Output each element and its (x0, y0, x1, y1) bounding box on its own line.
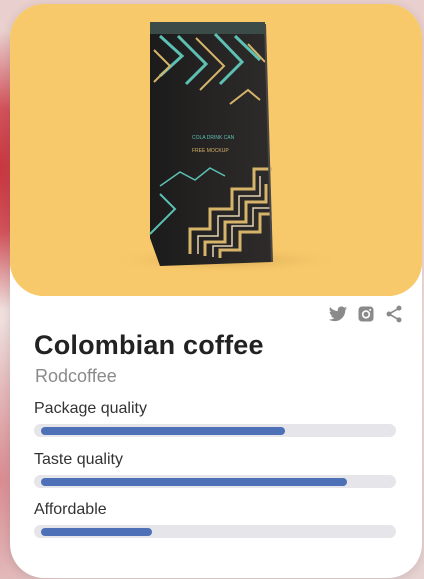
product-title: Colombian coffee (34, 330, 264, 360)
rating-track (34, 525, 396, 538)
rating-package-quality: Package quality (34, 400, 396, 437)
product-brand: Rodcoffee (35, 366, 117, 386)
twitter-icon[interactable] (328, 304, 348, 324)
package-text-1: COLA DRINK CAN (192, 135, 235, 141)
rating-track (34, 424, 396, 437)
rating-label: Taste quality (34, 451, 123, 468)
rating-fill (41, 528, 152, 536)
rating-label: Affordable (34, 501, 107, 518)
rating-affordable: Affordable (34, 501, 396, 538)
product-image: COLA DRINK CAN FREE MOCKUP (10, 4, 422, 296)
product-card: COLA DRINK CAN FREE MOCKUP Colombian cof… (10, 4, 422, 578)
rating-label: Package quality (34, 400, 147, 417)
rating-taste-quality: Taste quality (34, 451, 396, 488)
package-text-2: FREE MOCKUP (192, 148, 229, 154)
share-icon[interactable] (384, 304, 404, 324)
instagram-icon[interactable] (356, 304, 376, 324)
rating-fill (41, 478, 347, 486)
share-actions (328, 304, 404, 324)
rating-track (34, 475, 396, 488)
rating-fill (41, 427, 285, 435)
